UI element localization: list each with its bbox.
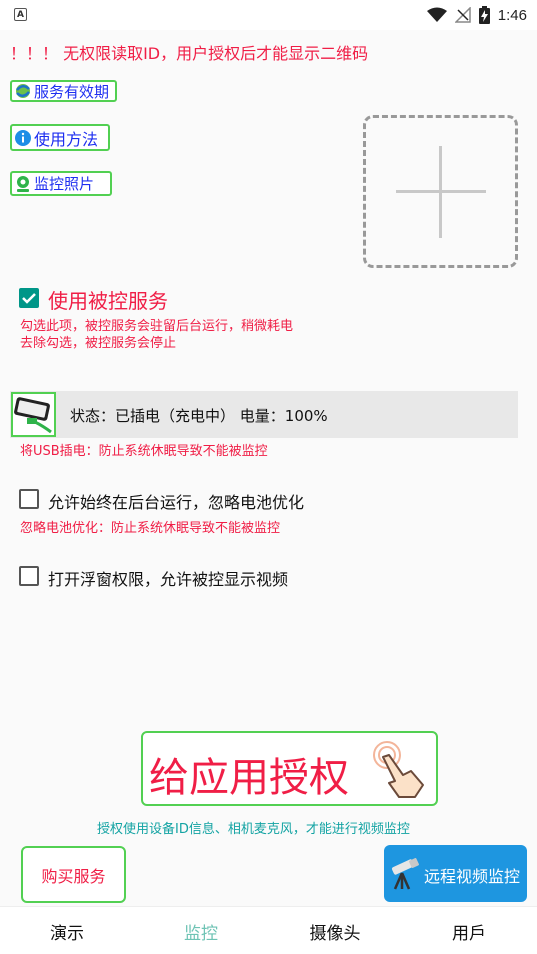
floating-window-checkbox[interactable] — [19, 566, 39, 586]
telescope-icon — [391, 858, 419, 890]
remote-video-monitor-button[interactable]: 远程视频监控 — [384, 845, 527, 902]
battery-charging-icon — [478, 6, 490, 24]
nav-demo[interactable]: 演示 — [0, 919, 134, 944]
controlled-service-note-2: 去除勾选，被控服务会停止 — [20, 336, 177, 351]
service-validity-button[interactable]: 服务有效期 — [10, 80, 117, 102]
bottom-navigation: 演示 监控 摄像头 用戶 — [0, 906, 537, 954]
nav-monitor[interactable]: 监控 — [134, 919, 268, 944]
service-validity-label: 服务有效期 — [34, 82, 110, 101]
battery-optimization-note: 忽略电池优化：防止系统休眠导致不能被监控 — [20, 521, 281, 536]
grant-permission-label: 给应用授权 — [149, 755, 349, 801]
wifi-icon — [426, 7, 447, 22]
controlled-service-checkbox[interactable] — [19, 288, 39, 308]
clock: 1:46 — [497, 6, 527, 24]
background-run-checkbox[interactable] — [19, 489, 39, 509]
refresh-globe-icon — [16, 84, 30, 98]
usb-power-note: 将USB插电：防止系统休眠导致不能被监控 — [20, 444, 268, 459]
nav-user[interactable]: 用戶 — [402, 919, 536, 944]
floating-window-label[interactable]: 打开浮窗权限，允许被控显示视频 — [48, 566, 288, 590]
monitor-photos-label: 监控照片 — [34, 175, 95, 193]
accessibility-notification-icon: A — [14, 8, 27, 21]
controlled-service-note-1: 勾选此项，被控服务会驻留后台运行，稍微耗电 — [20, 319, 294, 334]
remote-video-monitor-label: 远程视频监控 — [424, 867, 521, 886]
usage-button[interactable]: 使用方法 — [10, 124, 110, 151]
power-status-text: 状态：已插电（充电中） 电量：100% — [70, 407, 328, 425]
usage-label: 使用方法 — [34, 129, 99, 149]
background-run-label[interactable]: 允许始终在后台运行，忽略电池优化 — [48, 489, 304, 513]
tap-hand-icon — [373, 741, 424, 798]
webcam-icon — [17, 175, 29, 192]
status-bar: A 1:46 — [0, 0, 537, 30]
grant-permission-button[interactable]: 给应用授权 — [141, 731, 438, 806]
controlled-service-label[interactable]: 使用被控服务 — [48, 285, 168, 314]
check-icon — [22, 293, 36, 304]
phone-charging-icon — [11, 392, 56, 437]
power-status-row: 状态：已插电（充电中） 电量：100% — [10, 391, 518, 438]
grant-permission-note: 授权使用设备ID信息、相机麦克风，才能进行视频监控 — [97, 822, 410, 837]
monitor-photos-button[interactable]: 监控照片 — [10, 171, 112, 196]
signal-off-icon — [454, 7, 471, 23]
nav-camera[interactable]: 摄像头 — [268, 919, 402, 944]
permission-warning: ！！！ 无权限读取ID，用户授权后才能显示二维码 — [10, 44, 369, 63]
buy-service-button[interactable]: 购买服务 — [21, 846, 126, 903]
qr-code-placeholder[interactable] — [363, 115, 518, 268]
info-icon — [15, 129, 31, 146]
